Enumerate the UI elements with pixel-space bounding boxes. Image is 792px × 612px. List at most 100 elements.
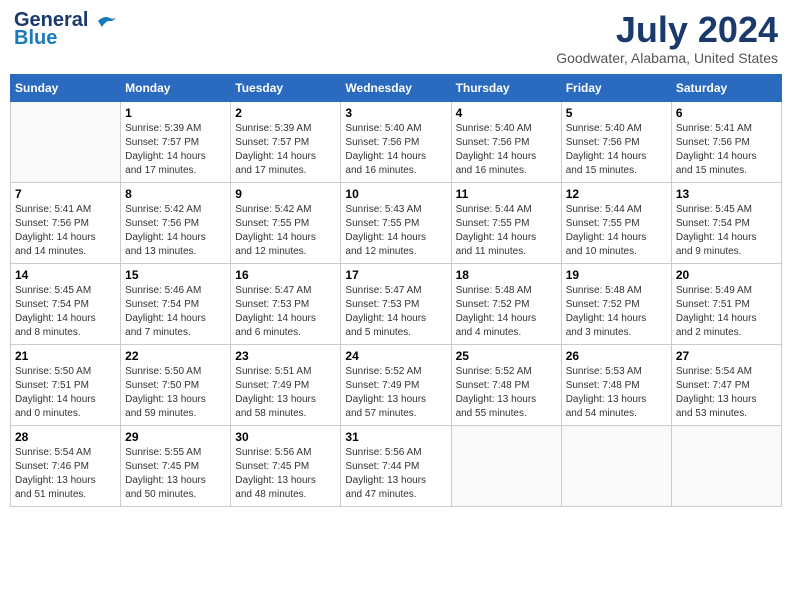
- calendar-cell: 13 Sunrise: 5:45 AM Sunset: 7:54 PM Dayli…: [671, 182, 781, 263]
- calendar-cell: [561, 425, 671, 506]
- day-number: 12: [566, 187, 667, 201]
- day-number: 3: [345, 106, 446, 120]
- calendar-cell: 26 Sunrise: 5:53 AM Sunset: 7:48 PM Dayli…: [561, 344, 671, 425]
- day-info: Sunrise: 5:47 AM Sunset: 7:53 PM Dayligh…: [235, 284, 336, 340]
- day-info: Sunrise: 5:40 AM Sunset: 7:56 PM Dayligh…: [456, 122, 557, 178]
- day-number: 11: [456, 187, 557, 201]
- calendar-cell: 19 Sunrise: 5:48 AM Sunset: 7:52 PM Dayli…: [561, 263, 671, 344]
- day-info: Sunrise: 5:47 AM Sunset: 7:53 PM Dayligh…: [345, 284, 446, 340]
- weekday-header-tuesday: Tuesday: [231, 74, 341, 101]
- day-number: 30: [235, 430, 336, 444]
- day-info: Sunrise: 5:48 AM Sunset: 7:52 PM Dayligh…: [456, 284, 557, 340]
- calendar-cell: 21Sunrise: 5:50 AM Sunset: 7:51 PM Dayli…: [11, 344, 121, 425]
- day-number: 9: [235, 187, 336, 201]
- calendar-week-1: 1 Sunrise: 5:39 AM Sunset: 7:57 PM Daylig…: [11, 101, 782, 182]
- day-info: Sunrise: 5:48 AM Sunset: 7:52 PM Dayligh…: [566, 284, 667, 340]
- calendar-cell: 28 Sunrise: 5:54 AM Sunset: 7:46 PM Dayli…: [11, 425, 121, 506]
- calendar-cell: 7 Sunrise: 5:41 AM Sunset: 7:56 PM Daylig…: [11, 182, 121, 263]
- day-info: Sunrise: 5:55 AM Sunset: 7:45 PM Dayligh…: [125, 446, 226, 502]
- calendar-cell: 2 Sunrise: 5:39 AM Sunset: 7:57 PM Daylig…: [231, 101, 341, 182]
- day-info: Sunrise: 5:51 AM Sunset: 7:49 PM Dayligh…: [235, 365, 336, 421]
- day-info: Sunrise: 5:50 AM Sunset: 7:50 PM Dayligh…: [125, 365, 226, 421]
- weekday-header-saturday: Saturday: [671, 74, 781, 101]
- calendar-cell: 9 Sunrise: 5:42 AM Sunset: 7:55 PM Daylig…: [231, 182, 341, 263]
- calendar-cell: 17 Sunrise: 5:47 AM Sunset: 7:53 PM Dayli…: [341, 263, 451, 344]
- day-info: Sunrise: 5:56 AM Sunset: 7:44 PM Dayligh…: [345, 446, 446, 502]
- day-info: Sunrise: 5:50 AM Sunset: 7:51 PM Dayligh…: [15, 365, 116, 421]
- day-info: Sunrise: 5:53 AM Sunset: 7:48 PM Dayligh…: [566, 365, 667, 421]
- day-info: Sunrise: 5:45 AM Sunset: 7:54 PM Dayligh…: [676, 203, 777, 259]
- day-number: 29: [125, 430, 226, 444]
- day-number: 6: [676, 106, 777, 120]
- calendar-cell: 6 Sunrise: 5:41 AM Sunset: 7:56 PM Daylig…: [671, 101, 781, 182]
- day-info: Sunrise: 5:40 AM Sunset: 7:56 PM Dayligh…: [345, 122, 446, 178]
- calendar-cell: [671, 425, 781, 506]
- calendar-cell: 31 Sunrise: 5:56 AM Sunset: 7:44 PM Dayli…: [341, 425, 451, 506]
- day-info: Sunrise: 5:49 AM Sunset: 7:51 PM Dayligh…: [676, 284, 777, 340]
- day-info: Sunrise: 5:39 AM Sunset: 7:57 PM Dayligh…: [235, 122, 336, 178]
- day-number: 14: [15, 268, 116, 282]
- day-number: 31: [345, 430, 446, 444]
- day-number: 19: [566, 268, 667, 282]
- calendar-cell: 5Sunrise: 5:40 AM Sunset: 7:56 PM Daylig…: [561, 101, 671, 182]
- day-info: Sunrise: 5:40 AM Sunset: 7:56 PM Dayligh…: [566, 122, 667, 178]
- calendar-cell: 3 Sunrise: 5:40 AM Sunset: 7:56 PM Daylig…: [341, 101, 451, 182]
- calendar-week-3: 14 Sunrise: 5:45 AM Sunset: 7:54 PM Dayli…: [11, 263, 782, 344]
- calendar-cell: 30 Sunrise: 5:56 AM Sunset: 7:45 PM Dayli…: [231, 425, 341, 506]
- day-number: 27: [676, 349, 777, 363]
- calendar-cell: 8 Sunrise: 5:42 AM Sunset: 7:56 PM Daylig…: [121, 182, 231, 263]
- day-info: Sunrise: 5:44 AM Sunset: 7:55 PM Dayligh…: [456, 203, 557, 259]
- calendar-cell: 12 Sunrise: 5:44 AM Sunset: 7:55 PM Dayli…: [561, 182, 671, 263]
- calendar-cell: 25Sunrise: 5:52 AM Sunset: 7:48 PM Dayli…: [451, 344, 561, 425]
- day-number: 7: [15, 187, 116, 201]
- logo-blue-text: Blue: [14, 28, 57, 48]
- day-number: 28: [15, 430, 116, 444]
- calendar-cell: [11, 101, 121, 182]
- logo: General Blue: [14, 10, 118, 48]
- day-info: Sunrise: 5:41 AM Sunset: 7:56 PM Dayligh…: [676, 122, 777, 178]
- day-info: Sunrise: 5:56 AM Sunset: 7:45 PM Dayligh…: [235, 446, 336, 502]
- day-number: 10: [345, 187, 446, 201]
- location: Goodwater, Alabama, United States: [556, 50, 778, 66]
- calendar-cell: 1 Sunrise: 5:39 AM Sunset: 7:57 PM Daylig…: [121, 101, 231, 182]
- day-info: Sunrise: 5:45 AM Sunset: 7:54 PM Dayligh…: [15, 284, 116, 340]
- calendar-cell: 11 Sunrise: 5:44 AM Sunset: 7:55 PM Dayli…: [451, 182, 561, 263]
- calendar-week-5: 28 Sunrise: 5:54 AM Sunset: 7:46 PM Dayli…: [11, 425, 782, 506]
- day-info: Sunrise: 5:42 AM Sunset: 7:55 PM Dayligh…: [235, 203, 336, 259]
- weekday-header-row: SundayMondayTuesdayWednesdayThursdayFrid…: [11, 74, 782, 101]
- day-info: Sunrise: 5:44 AM Sunset: 7:55 PM Dayligh…: [566, 203, 667, 259]
- day-number: 4: [456, 106, 557, 120]
- day-number: 26: [566, 349, 667, 363]
- calendar-cell: 22 Sunrise: 5:50 AM Sunset: 7:50 PM Dayli…: [121, 344, 231, 425]
- calendar-cell: 24Sunrise: 5:52 AM Sunset: 7:49 PM Dayli…: [341, 344, 451, 425]
- day-number: 20: [676, 268, 777, 282]
- day-info: Sunrise: 5:39 AM Sunset: 7:57 PM Dayligh…: [125, 122, 226, 178]
- day-number: 22: [125, 349, 226, 363]
- day-info: Sunrise: 5:54 AM Sunset: 7:46 PM Dayligh…: [15, 446, 116, 502]
- weekday-header-sunday: Sunday: [11, 74, 121, 101]
- calendar-body: 1 Sunrise: 5:39 AM Sunset: 7:57 PM Daylig…: [11, 101, 782, 506]
- calendar-cell: 27Sunrise: 5:54 AM Sunset: 7:47 PM Dayli…: [671, 344, 781, 425]
- logo-bird-icon: [96, 13, 118, 29]
- day-info: Sunrise: 5:41 AM Sunset: 7:56 PM Dayligh…: [15, 203, 116, 259]
- day-number: 23: [235, 349, 336, 363]
- day-number: 16: [235, 268, 336, 282]
- day-info: Sunrise: 5:43 AM Sunset: 7:55 PM Dayligh…: [345, 203, 446, 259]
- calendar-cell: 18 Sunrise: 5:48 AM Sunset: 7:52 PM Dayli…: [451, 263, 561, 344]
- page-header: General Blue July 2024 Goodwater, Alabam…: [10, 10, 782, 66]
- day-info: Sunrise: 5:52 AM Sunset: 7:49 PM Dayligh…: [345, 365, 446, 421]
- calendar-cell: 29 Sunrise: 5:55 AM Sunset: 7:45 PM Dayli…: [121, 425, 231, 506]
- day-number: 18: [456, 268, 557, 282]
- day-info: Sunrise: 5:42 AM Sunset: 7:56 PM Dayligh…: [125, 203, 226, 259]
- day-number: 17: [345, 268, 446, 282]
- weekday-header-wednesday: Wednesday: [341, 74, 451, 101]
- day-number: 2: [235, 106, 336, 120]
- calendar-week-4: 21Sunrise: 5:50 AM Sunset: 7:51 PM Dayli…: [11, 344, 782, 425]
- day-number: 8: [125, 187, 226, 201]
- day-number: 1: [125, 106, 226, 120]
- calendar-cell: [451, 425, 561, 506]
- calendar-cell: 4 Sunrise: 5:40 AM Sunset: 7:56 PM Daylig…: [451, 101, 561, 182]
- day-info: Sunrise: 5:52 AM Sunset: 7:48 PM Dayligh…: [456, 365, 557, 421]
- weekday-header-friday: Friday: [561, 74, 671, 101]
- day-number: 13: [676, 187, 777, 201]
